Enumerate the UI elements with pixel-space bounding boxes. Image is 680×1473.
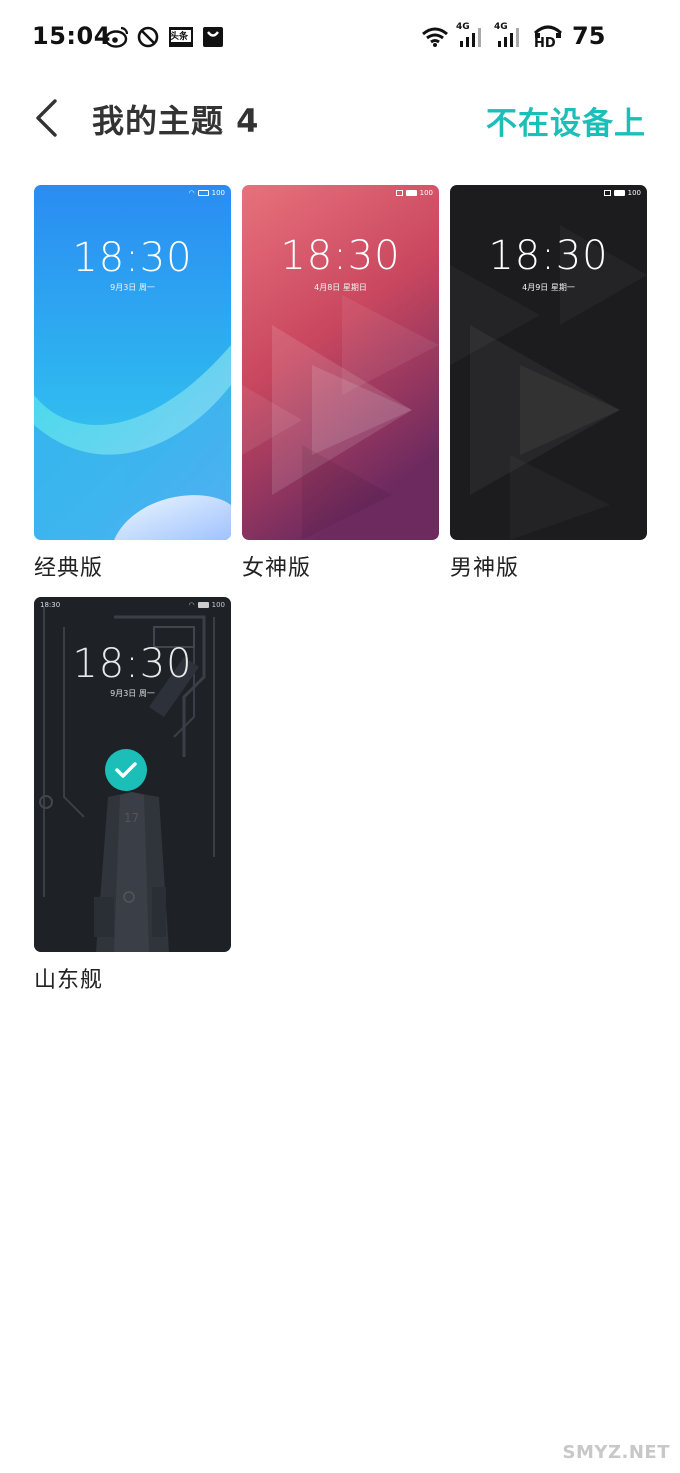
mini-status-bar: 100	[603, 189, 641, 197]
network-type-label: 4G	[494, 22, 508, 32]
theme-card-god[interactable]: 100 18:30 4月9日 星期一 男神版	[450, 185, 647, 582]
toutiao-icon: 头条	[168, 24, 194, 50]
battery-level: 75	[572, 22, 606, 50]
page-title: 我的主题 4	[92, 102, 260, 140]
battery-icon	[405, 190, 417, 196]
wifi-icon: ◠	[188, 601, 195, 609]
do-not-disturb-icon	[136, 24, 160, 50]
theme-card-shandong[interactable]: 18:30 ◠ 100 18:30 9月3日 周一 17 山东舰	[34, 597, 231, 994]
battery-icon	[197, 190, 209, 196]
signal-4g-icon: 4G	[456, 22, 488, 50]
shopping-bag-icon	[201, 24, 225, 50]
theme-name: 山东舰	[34, 968, 104, 993]
theme-thumbnail[interactable]: 100 18:30 4月9日 星期一	[450, 185, 647, 540]
mini-status-bar: 100	[395, 189, 433, 197]
checkmark-icon	[115, 762, 137, 778]
mini-status-bar: ◠ 100	[189, 601, 225, 609]
status-time: 15:04	[32, 22, 111, 50]
chevron-left-icon	[36, 99, 57, 137]
network-type-label: 4G	[456, 22, 470, 32]
lock-clock: 18:30	[72, 235, 193, 281]
hd-voice-icon: HD	[532, 24, 566, 51]
lock-date: 9月3日 周一	[110, 283, 155, 292]
battery-percent: 100	[419, 189, 433, 197]
lock-date: 9月3日 周一	[110, 689, 155, 698]
weibo-icon	[104, 24, 130, 50]
signal-4g-icon: 4G	[494, 22, 526, 50]
lock-clock: 18:30	[280, 233, 401, 279]
battery-percent: 100	[211, 189, 225, 197]
theme-name: 女神版	[242, 556, 312, 581]
top-bar: 我的主题 4 不在设备上	[0, 76, 680, 160]
theme-card-classic[interactable]: ◠ 100 18:30 9月3日 周一 经典版	[34, 185, 231, 582]
theme-name: 男神版	[450, 556, 520, 581]
battery-percent: 100	[627, 189, 641, 197]
wifi-icon: ◠	[188, 189, 195, 197]
toutiao-label: 头条	[170, 32, 189, 42]
battery-icon	[197, 602, 209, 608]
back-button[interactable]	[24, 92, 68, 144]
mini-status-time: 18:30	[40, 601, 61, 609]
wifi-icon	[420, 24, 450, 50]
lock-clock: 18:30	[72, 641, 193, 687]
watermark: SMYZ.NET	[562, 1442, 670, 1463]
screen-icon	[603, 190, 611, 196]
theme-card-goddess[interactable]: 100 18:30 4月8日 星期日 女神版	[242, 185, 439, 582]
lock-clock: 18:30	[488, 233, 609, 279]
status-bar: 15:04 头条 4G 4G HD 75	[0, 0, 680, 76]
hd-label: HD	[534, 36, 556, 51]
theme-thumbnail[interactable]: 18:30 ◠ 100 18:30 9月3日 周一 17	[34, 597, 231, 952]
screen-icon	[395, 190, 403, 196]
battery-icon	[613, 190, 625, 196]
lock-date: 4月9日 星期一	[522, 283, 575, 292]
battery-percent: 100	[211, 601, 225, 609]
theme-thumbnail[interactable]: 100 18:30 4月8日 星期日	[242, 185, 439, 540]
not-on-device-button[interactable]: 不在设备上	[486, 98, 646, 143]
selected-badge	[105, 749, 147, 791]
lock-date: 4月8日 星期日	[314, 283, 367, 292]
theme-thumbnail[interactable]: ◠ 100 18:30 9月3日 周一	[34, 185, 231, 540]
theme-name: 经典版	[34, 556, 104, 581]
hull-number: 17	[124, 811, 140, 825]
mini-status-bar: ◠ 100	[189, 189, 225, 197]
